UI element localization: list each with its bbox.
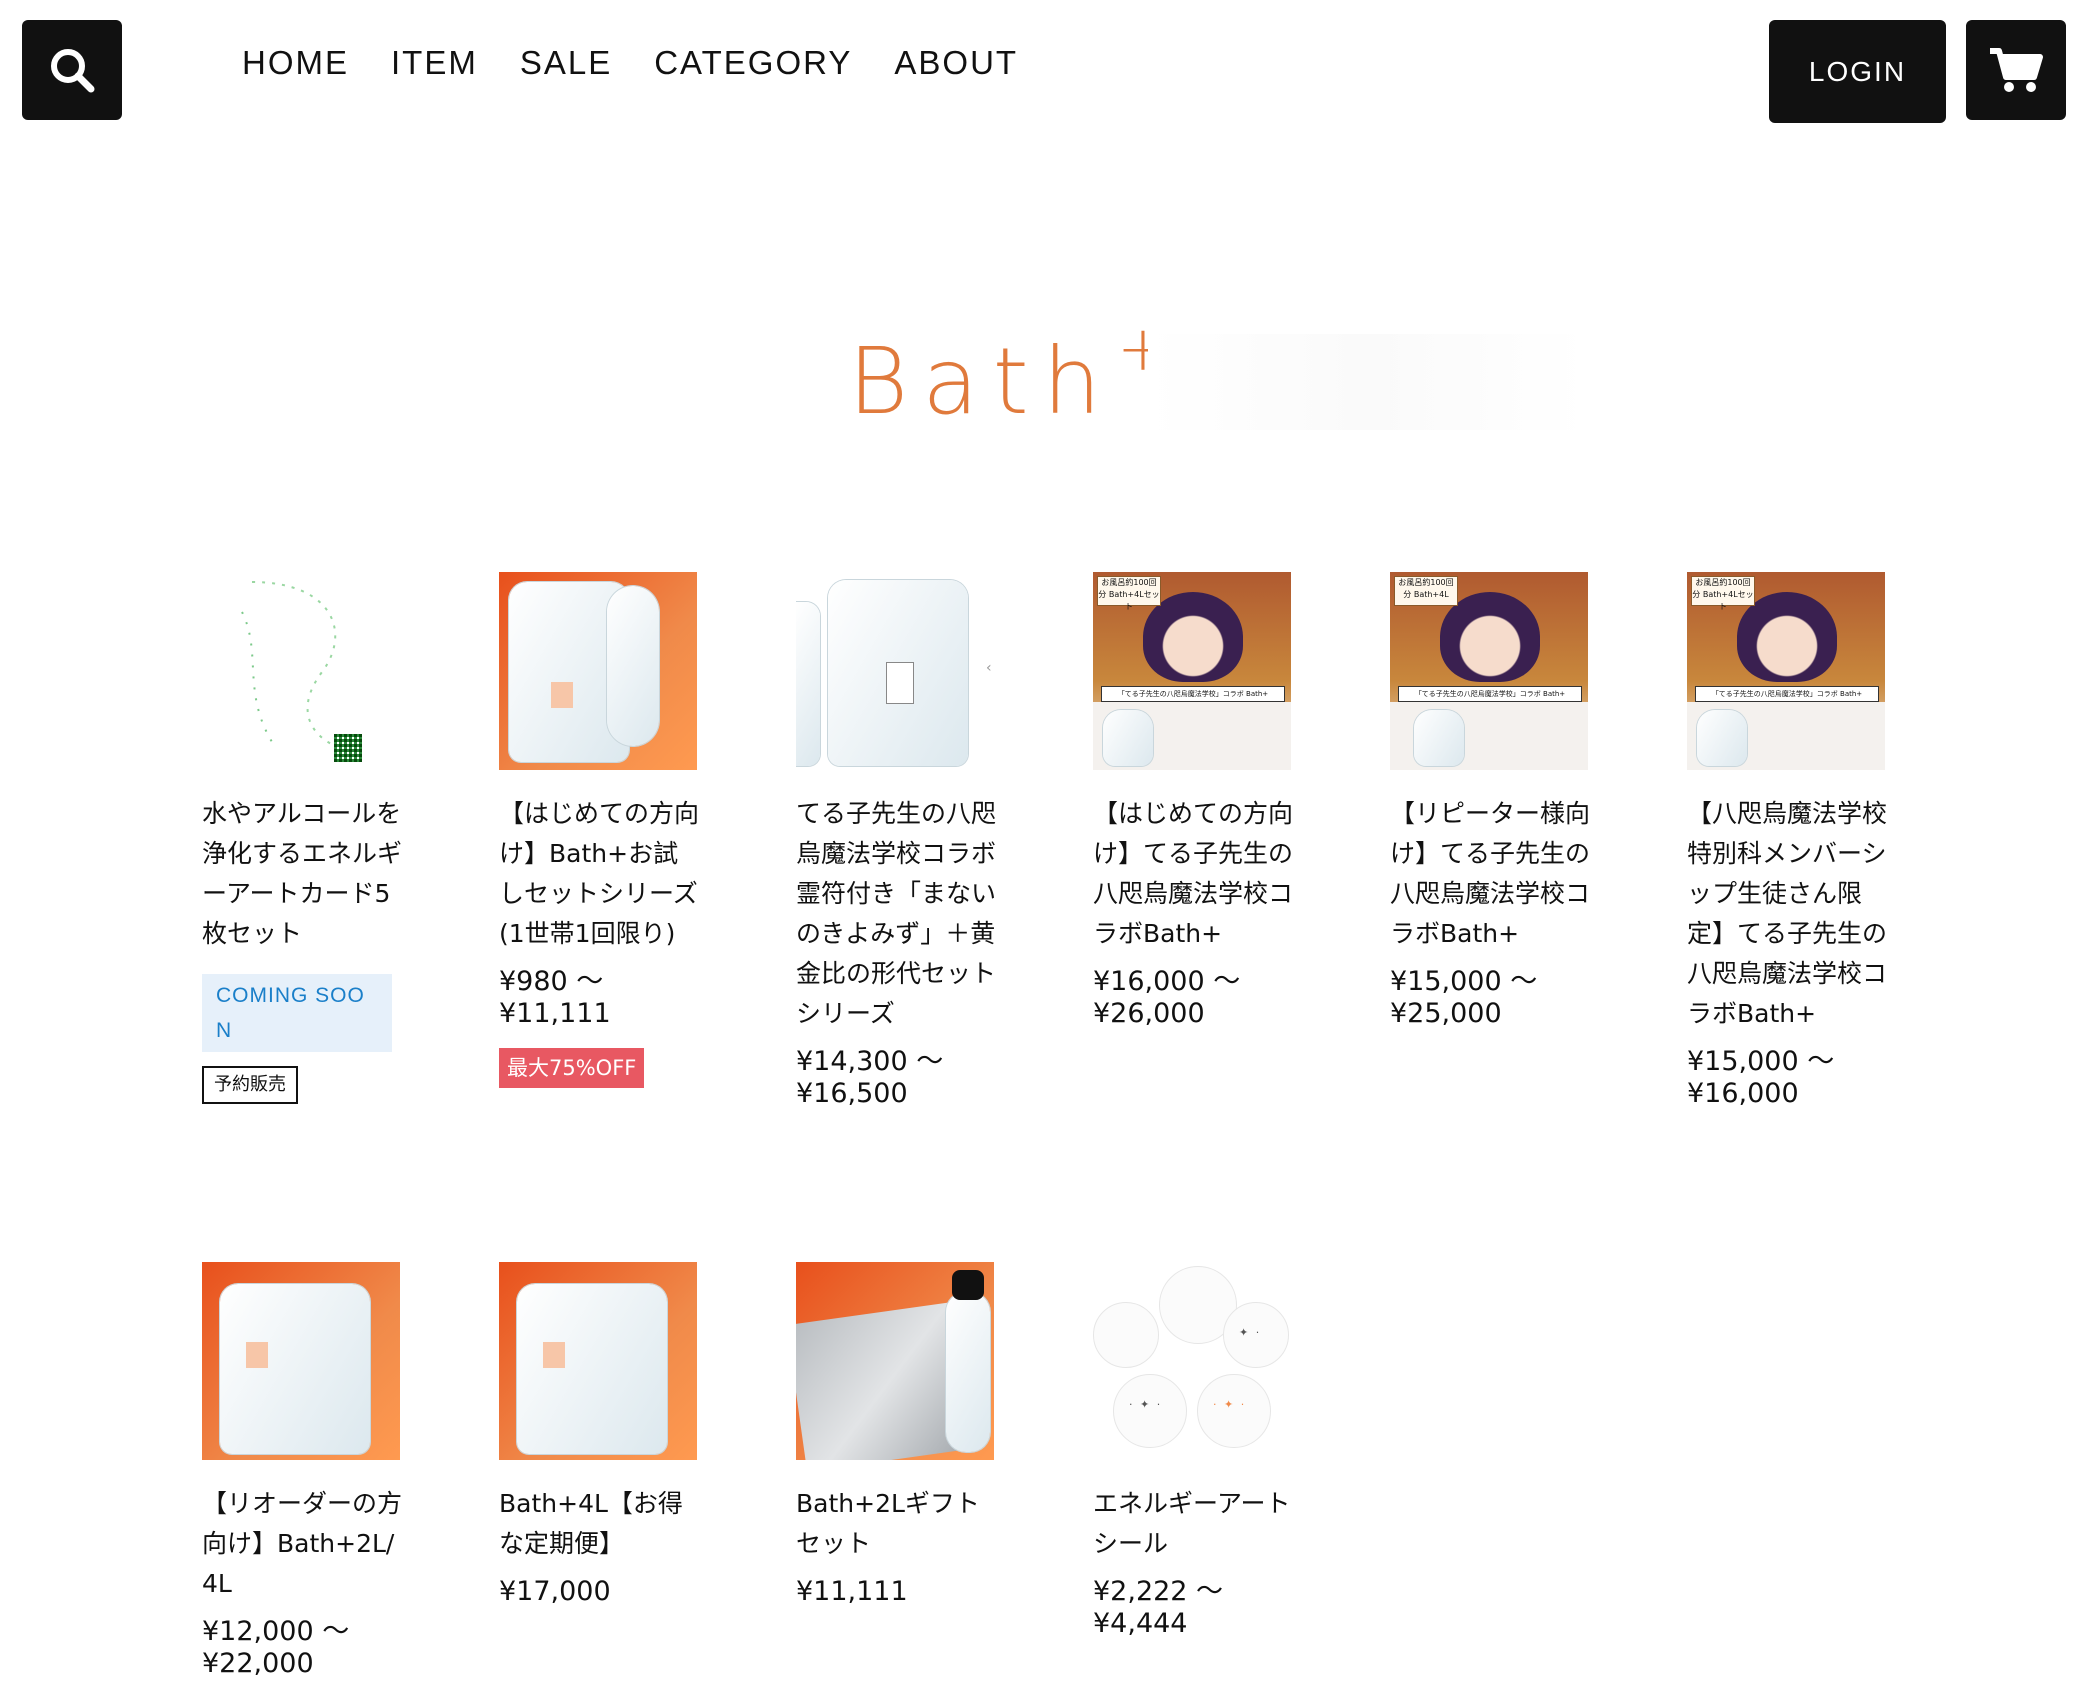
product-card[interactable]: 【はじめての方向け】Bath+お試しセットシリーズ(1世帯1回限り) ¥980 … [499, 572, 699, 1088]
login-button[interactable]: LOGIN [1769, 20, 1946, 123]
product-image[interactable]: · ✦ · · ✦ · ✦ · [1093, 1262, 1291, 1460]
sticker-shape [1093, 1302, 1159, 1368]
product-title[interactable]: Bath+4L【お得な定期便】 [499, 1484, 699, 1564]
anime-lower-panel [1390, 702, 1588, 770]
product-price: ¥15,000 〜 ¥16,000 [1687, 1046, 1835, 1109]
sticker-dots: · ✦ · [1129, 1398, 1163, 1411]
anime-banner: 「てる子先生の八咫烏魔法学校」コラボ Bath+ [1398, 686, 1582, 702]
brand-logo-backdrop [1148, 334, 1588, 430]
nav-category[interactable]: CATEGORY [654, 44, 852, 82]
product-price: ¥17,000 [499, 1576, 611, 1607]
sale-badge: 最大75%OFF [499, 1048, 645, 1088]
product-price: ¥11,111 [796, 1576, 908, 1607]
product-card[interactable]: 水やアルコールを浄化するエネルギーアートカード5枚セット COMING SOON… [202, 572, 402, 1104]
main-nav: HOME ITEM SALE CATEGORY ABOUT [242, 44, 1018, 82]
sticker-dots: · ✦ · [1213, 1398, 1247, 1411]
product-price: ¥14,300 〜 ¥16,500 [796, 1046, 944, 1109]
bottle-cap [952, 1270, 984, 1300]
cart-button[interactable] [1966, 20, 2066, 120]
product-image[interactable]: お風呂約100回分 Bath+4Lセット 「てる子先生の八咫烏魔法学校」コラボ … [1093, 572, 1291, 770]
anime-lower-panel [1093, 702, 1291, 770]
nav-item[interactable]: ITEM [391, 44, 478, 82]
sticker-shape [1113, 1374, 1187, 1448]
nav-sale[interactable]: SALE [520, 44, 612, 82]
product-card[interactable]: Bath+2Lギフトセット ¥11,111 [796, 1262, 996, 1608]
qr-code [334, 734, 362, 762]
product-image[interactable] [202, 572, 400, 770]
anime-banner: 「てる子先生の八咫烏魔法学校」コラボ Bath+ [1101, 686, 1285, 702]
product-image[interactable]: お風呂約100回分 Bath+4Lセット 「てる子先生の八咫烏魔法学校」コラボ … [1687, 572, 1885, 770]
product-title[interactable]: 【はじめての方向け】てる子先生の八咫烏魔法学校コラボBath+ [1093, 794, 1293, 954]
nav-home[interactable]: HOME [242, 44, 349, 82]
brand-logo[interactable]: Bath + [848, 312, 1588, 435]
product-title[interactable]: 【はじめての方向け】Bath+お試しセットシリーズ(1世帯1回限り) [499, 794, 699, 954]
anime-caption: お風呂約100回分 Bath+4Lセット [1097, 576, 1161, 611]
product-title[interactable]: てる子先生の八咫烏魔法学校コラボ霊符付き「まないのきよみず」＋黄金比の形代セット… [796, 794, 996, 1034]
product-image[interactable]: ‹ [796, 572, 994, 770]
bottle-shape [1103, 710, 1153, 766]
product-card[interactable]: Bath+4L【お得な定期便】 ¥17,000 [499, 1262, 699, 1608]
talisman-label [886, 662, 914, 704]
energy-card-art [241, 581, 353, 753]
product-title[interactable]: 【リピーター様向け】てる子先生の八咫烏魔法学校コラボBath+ [1390, 794, 1590, 954]
preorder-badge: 予約販売 [202, 1066, 298, 1104]
anime-caption: お風呂約100回分 Bath+4L [1394, 576, 1458, 606]
anime-banner: 「てる子先生の八咫烏魔法学校」コラボ Bath+ [1695, 686, 1879, 702]
sticker-shape [1197, 1374, 1271, 1448]
search-icon [51, 49, 95, 93]
product-card[interactable]: · ✦ · · ✦ · ✦ · エネルギーアートシール ¥2,222 〜 ¥4,… [1093, 1262, 1293, 1640]
brand-logo-text: Bath [848, 328, 1115, 435]
chevron-left-icon[interactable]: ‹ [986, 660, 992, 676]
product-title[interactable]: Bath+2Lギフトセット [796, 1484, 996, 1564]
product-price: ¥12,000 〜 ¥22,000 [202, 1616, 350, 1679]
product-image[interactable] [499, 1262, 697, 1460]
coming-soon-badge: COMING SOON [202, 974, 392, 1052]
cart-icon [1990, 48, 2043, 92]
bottle-shape [220, 1284, 370, 1454]
product-image[interactable] [499, 572, 697, 770]
product-price: ¥16,000 〜 ¥26,000 [1093, 966, 1241, 1029]
product-price: ¥15,000 〜 ¥25,000 [1390, 966, 1538, 1029]
product-price: ¥980 〜 ¥11,111 [499, 966, 611, 1029]
bottle-shape [946, 1292, 990, 1452]
bottle-shape [796, 602, 820, 766]
bottle-shape [517, 1284, 667, 1454]
product-image[interactable]: お風呂約100回分 Bath+4L 「てる子先生の八咫烏魔法学校」コラボ Bat… [1390, 572, 1588, 770]
product-title[interactable]: 【リオーダーの方向け】Bath+2L/4L [202, 1484, 402, 1604]
bottle-label [543, 1342, 565, 1368]
anime-caption: お風呂約100回分 Bath+4Lセット [1691, 576, 1755, 611]
nav-about[interactable]: ABOUT [894, 44, 1018, 82]
spray-bottle-shape [607, 586, 659, 746]
product-title[interactable]: 【八咫烏魔法学校特別科メンバーシップ生徒さん限定】てる子先生の八咫烏魔法学校コラ… [1687, 794, 1887, 1034]
bottle-label [246, 1342, 268, 1368]
bottle-shape [1414, 710, 1464, 766]
product-title[interactable]: 水やアルコールを浄化するエネルギーアートカード5枚セット [202, 794, 402, 954]
search-button[interactable] [22, 20, 122, 120]
product-card[interactable]: お風呂約100回分 Bath+4Lセット 「てる子先生の八咫烏魔法学校」コラボ … [1093, 572, 1293, 1030]
sticker-dots: ✦ · [1239, 1326, 1262, 1339]
bottle-shape [1697, 710, 1747, 766]
product-card[interactable]: お風呂約100回分 Bath+4L 「てる子先生の八咫烏魔法学校」コラボ Bat… [1390, 572, 1590, 1030]
product-card[interactable]: 【リオーダーの方向け】Bath+2L/4L ¥12,000 〜 ¥22,000 [202, 1262, 402, 1680]
product-card[interactable]: お風呂約100回分 Bath+4Lセット 「てる子先生の八咫烏魔法学校」コラボ … [1687, 572, 1887, 1110]
anime-lower-panel [1687, 702, 1885, 770]
product-image[interactable] [202, 1262, 400, 1460]
bottle-label [551, 682, 573, 708]
product-image[interactable] [796, 1262, 994, 1460]
product-price: ¥2,222 〜 ¥4,444 [1093, 1576, 1224, 1639]
product-title[interactable]: エネルギーアートシール [1093, 1484, 1293, 1564]
product-card[interactable]: ‹ てる子先生の八咫烏魔法学校コラボ霊符付き「まないのきよみず」＋黄金比の形代セ… [796, 572, 996, 1110]
